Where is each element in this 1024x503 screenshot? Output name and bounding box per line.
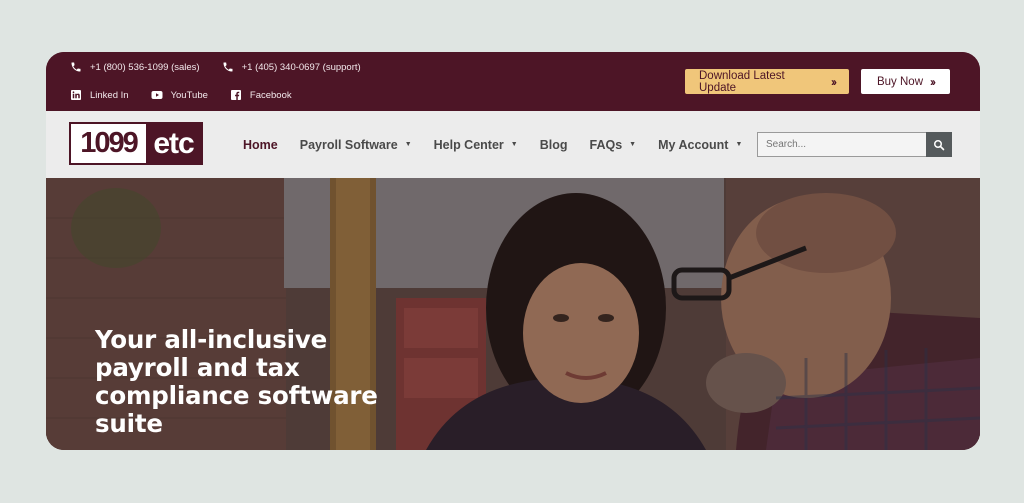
nav-item-label: My Account — [658, 137, 729, 152]
logo-suffix: etc — [153, 126, 194, 160]
caret-down-icon: ▼ — [510, 141, 518, 148]
top-buttons: Download Latest Update ›› Buy Now ›› — [685, 69, 950, 94]
phone-icon — [70, 61, 82, 73]
download-update-label: Download Latest Update — [699, 69, 785, 94]
nav-item-label: Blog — [539, 137, 568, 152]
nav-item-home[interactable]: Home — [243, 138, 278, 152]
phone-icon — [222, 61, 234, 73]
linkedin-icon — [70, 89, 82, 101]
hero-banner: Your all-inclusive payroll and tax compl… — [46, 178, 980, 450]
nav-item-label: Home — [243, 137, 278, 152]
nav-item-help-center[interactable]: Help Center ▼ — [434, 138, 518, 152]
facebook-label: Facebook — [249, 89, 292, 101]
browser-frame: +1 (800) 536-1099 (sales) +1 (405) 340-0… — [46, 52, 980, 450]
caret-down-icon: ▼ — [735, 141, 743, 148]
linkedin-link[interactable]: Linked In — [70, 89, 129, 101]
double-chevron-right-icon: ›› — [831, 74, 837, 89]
nav-item-my-account[interactable]: My Account ▼ — [658, 138, 742, 152]
linkedin-label: Linked In — [90, 89, 129, 101]
contact-row: +1 (800) 536-1099 (sales) +1 (405) 340-0… — [70, 61, 361, 73]
support-phone-link[interactable]: +1 (405) 340-0697 (support) — [222, 61, 361, 73]
hero-title-line: payroll and tax — [95, 353, 300, 382]
social-row: Linked In YouTube Facebook — [70, 89, 292, 101]
top-bar: +1 (800) 536-1099 (sales) +1 (405) 340-0… — [46, 52, 980, 111]
caret-down-icon: ▼ — [629, 141, 637, 148]
support-phone-text: +1 (405) 340-0697 (support) — [241, 61, 361, 73]
double-chevron-right-icon: ›› — [930, 74, 936, 89]
hero-title-line: compliance software — [95, 381, 378, 410]
caret-down-icon: ▼ — [404, 141, 412, 148]
youtube-link[interactable]: YouTube — [151, 89, 208, 101]
site-logo[interactable]: 1099 etc — [69, 122, 203, 165]
sales-phone-text: +1 (800) 536-1099 (sales) — [90, 61, 200, 73]
search-box — [757, 132, 952, 157]
search-button[interactable] — [926, 132, 952, 157]
hero-title-line: Your all-inclusive — [95, 325, 328, 354]
facebook-icon — [230, 89, 242, 101]
sales-phone-link[interactable]: +1 (800) 536-1099 (sales) — [70, 61, 200, 73]
nav-item-blog[interactable]: Blog — [540, 138, 568, 152]
download-update-button[interactable]: Download Latest Update ›› — [685, 69, 849, 94]
nav-item-label: FAQs — [589, 137, 623, 152]
nav-item-payroll-software[interactable]: Payroll Software ▼ — [300, 138, 412, 152]
facebook-link[interactable]: Facebook — [230, 89, 292, 101]
nav-item-label: Help Center — [433, 137, 504, 152]
nav-item-label: Payroll Software — [299, 137, 398, 152]
logo-number: 1099 — [71, 124, 146, 163]
buy-now-button[interactable]: Buy Now ›› — [861, 69, 950, 94]
nav-menu: Home Payroll Software ▼ Help Center ▼ Bl… — [243, 111, 742, 178]
main-nav: 1099 etc Home Payroll Software ▼ Help Ce… — [46, 111, 980, 178]
buy-now-label: Buy Now — [876, 75, 924, 88]
search-input[interactable] — [757, 132, 926, 157]
hero-title-line: suite — [95, 409, 163, 438]
youtube-label: YouTube — [170, 89, 208, 101]
hero-title: Your all-inclusive payroll and tax compl… — [95, 326, 415, 438]
search-icon — [933, 139, 945, 151]
nav-item-faqs[interactable]: FAQs ▼ — [590, 138, 637, 152]
youtube-icon — [151, 89, 163, 101]
